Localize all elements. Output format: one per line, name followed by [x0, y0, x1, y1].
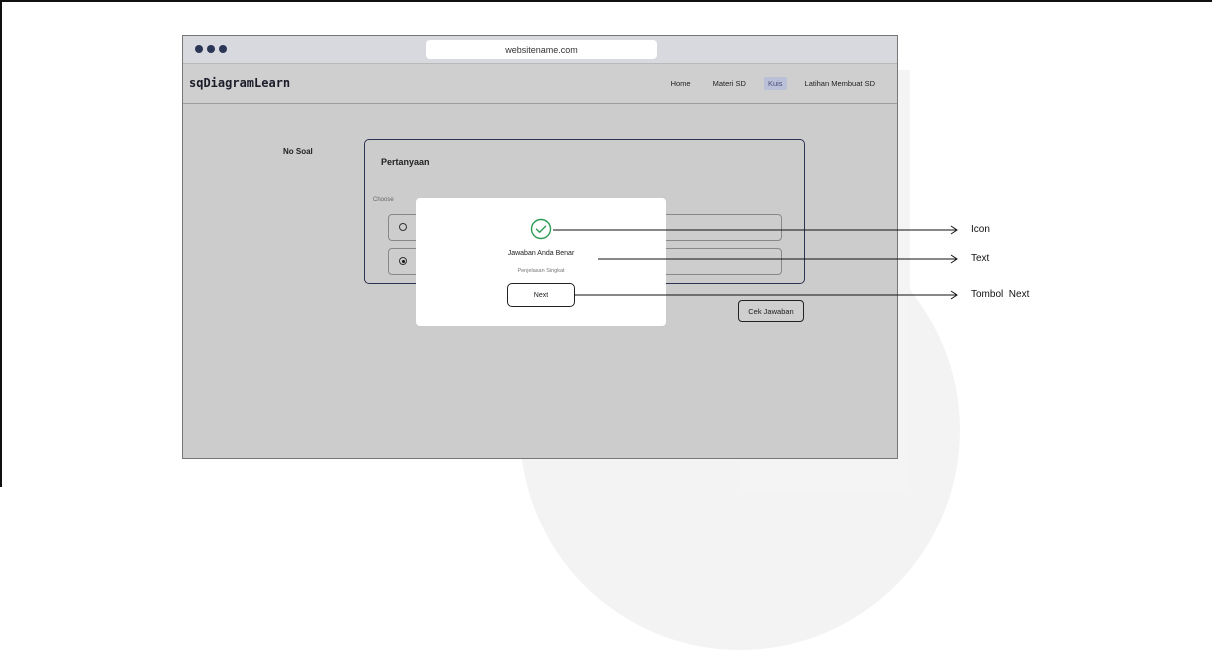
maximize-dot-icon[interactable]	[219, 45, 227, 53]
check-answer-button[interactable]: Cek Jawaban	[738, 300, 804, 322]
choose-label: Choose	[373, 197, 394, 203]
check-circle-icon	[530, 218, 552, 240]
result-title: Jawaban Anda Benar	[507, 250, 575, 257]
close-dot-icon[interactable]	[195, 45, 203, 53]
annotation-text-label: Text	[971, 253, 990, 264]
nav-links: Home Materi SD Kuis Latihan Membuat SD	[667, 77, 879, 90]
next-button[interactable]: Next	[507, 283, 575, 307]
result-modal: Jawaban Anda Benar Penjelasan Singkat Ne…	[416, 198, 666, 326]
nav-link-latihan-membuat-sd[interactable]: Latihan Membuat SD	[801, 77, 879, 90]
address-bar[interactable]: websitename.com	[426, 40, 657, 59]
nav-link-home[interactable]: Home	[667, 77, 695, 90]
question-title: Pertanyaan	[381, 157, 430, 167]
nav-link-kuis[interactable]: Kuis	[763, 77, 787, 90]
result-explanation: Penjelasan Singkat	[517, 268, 565, 274]
question-number-label: No Soal	[283, 147, 313, 156]
site-navbar: sqDiagramLearn Home Materi SD Kuis Latih…	[183, 64, 897, 104]
browser-window: websitename.com sqDiagramLearn Home Mate…	[182, 35, 898, 459]
radio-checked-icon[interactable]	[399, 257, 407, 265]
nav-link-materi-sd[interactable]: Materi SD	[709, 77, 750, 90]
site-logo[interactable]: sqDiagramLearn	[189, 76, 290, 90]
browser-chrome: websitename.com	[183, 36, 897, 64]
window-controls	[195, 45, 227, 53]
annotation-icon-label: Icon	[971, 224, 990, 235]
annotation-next-label: Tombol Next	[971, 289, 1030, 300]
minimize-dot-icon[interactable]	[207, 45, 215, 53]
radio-unchecked-icon[interactable]	[399, 223, 407, 231]
